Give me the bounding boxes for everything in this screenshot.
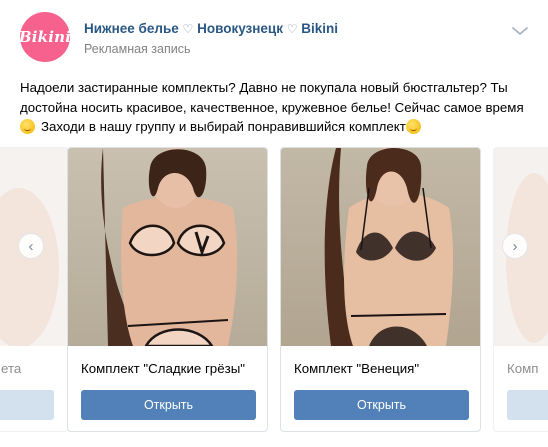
- carousel-card[interactable]: Комплект "Сладкие грёзы" Открыть: [67, 147, 268, 432]
- carousel-card[interactable]: ета: [0, 147, 69, 432]
- post-text: Надоели застиранные комплекты? Давно не …: [20, 78, 540, 137]
- heart-icon: ♡: [182, 22, 194, 36]
- smirk-emoji-icon: [20, 119, 35, 134]
- chevron-right-icon: ›: [512, 237, 518, 255]
- open-button[interactable]: [0, 390, 54, 420]
- open-button[interactable]: Открыть: [294, 390, 469, 420]
- author-city-part: Новокузнецк: [197, 21, 283, 36]
- author-brand-part: Bikini: [301, 21, 339, 36]
- heart-icon: ♡: [286, 22, 298, 36]
- carousel-next-button[interactable]: ›: [502, 233, 528, 259]
- open-button[interactable]: [507, 390, 548, 420]
- avatar[interactable]: Bikini: [18, 12, 72, 62]
- chevron-down-icon[interactable]: [510, 24, 530, 38]
- post-author-link[interactable]: Нижнее белье ♡ Новокузнецк ♡ Bikini: [84, 21, 338, 36]
- card-title: Комп: [507, 361, 539, 376]
- open-button[interactable]: Открыть: [81, 390, 256, 420]
- post-text-line3: Заходи в нашу группу и выбирай понравивш…: [41, 119, 406, 134]
- ad-label: Рекламная запись: [84, 42, 191, 56]
- carousel-prev-button[interactable]: ‹: [18, 233, 44, 259]
- card-title: ета: [1, 361, 22, 376]
- author-name-part: Нижнее белье: [84, 21, 179, 36]
- post-text-line: Надоели застиранные комплекты? Давно не …: [20, 80, 508, 95]
- wink-emoji-icon: [405, 119, 421, 134]
- ad-post: Bikini Нижнее белье ♡ Новокузнецк ♡ Biki…: [0, 0, 548, 447]
- product-photo: [68, 148, 267, 346]
- post-text-line: Заходи в нашу группу и выбирай понравивш…: [20, 117, 540, 137]
- carousel-card[interactable]: Комплект "Венеция" Открыть: [280, 147, 481, 432]
- chevron-left-icon: ‹: [28, 237, 34, 255]
- product-photo: [281, 148, 480, 346]
- avatar-logo-text: Bikini: [18, 28, 72, 46]
- post-text-line: достойна носить красивое, качественное, …: [20, 99, 524, 115]
- card-title: Комплект "Венеция": [294, 361, 420, 376]
- card-title: Комплект "Сладкие грёзы": [81, 361, 245, 376]
- carousel-card[interactable]: Комп: [493, 147, 548, 432]
